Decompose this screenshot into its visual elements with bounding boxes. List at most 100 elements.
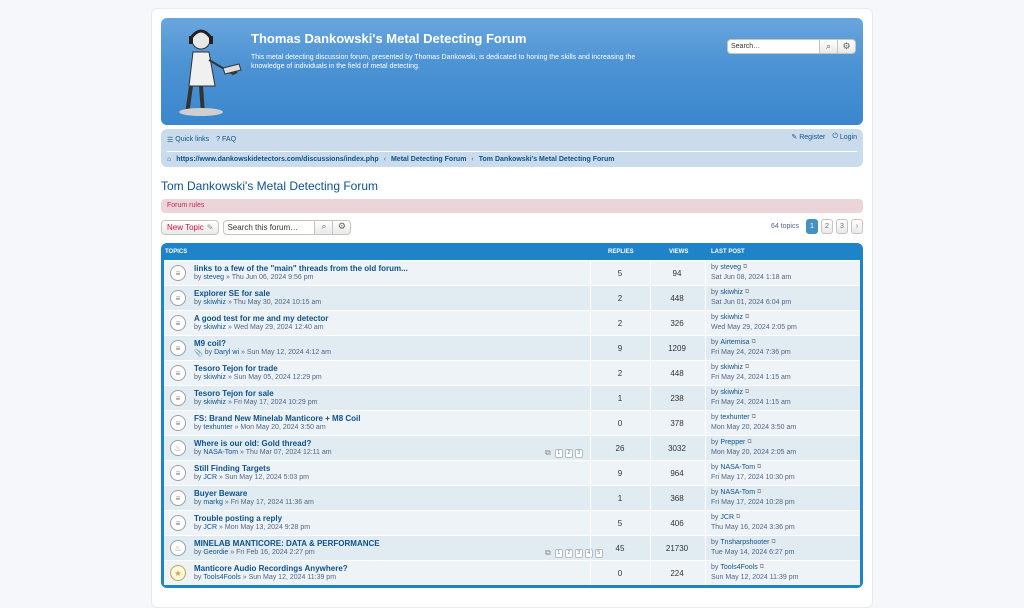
site-title[interactable]: Thomas Dankowski's Metal Detecting Forum — [251, 31, 526, 46]
go-to-last-post-icon[interactable]: ⧉ — [743, 264, 747, 271]
gear-icon: ⚙ — [337, 222, 346, 232]
topic-title-link[interactable]: Where is our old: Gold thread? — [194, 439, 311, 448]
topic-author-link[interactable]: skiwhiz — [203, 399, 226, 406]
last-post-author-link[interactable]: Tools4Fools — [720, 564, 757, 571]
topic-author-link[interactable]: markg — [203, 499, 222, 506]
topic-title-link[interactable]: Manticore Audio Recordings Anywhere? — [194, 564, 348, 573]
table-row: ♨ MINELAB MANTICORE: DATA & PERFORMANCE by… — [164, 535, 860, 560]
last-post-author-link[interactable]: skiwhiz — [720, 364, 743, 371]
last-post-author-link[interactable]: Airtemisa — [720, 339, 749, 346]
last-post-by: by — [711, 339, 719, 346]
forum-search-button[interactable]: ⌕ — [315, 219, 334, 235]
byline-by: by — [194, 524, 202, 531]
go-to-last-post-icon[interactable]: ⧉ — [771, 539, 775, 546]
advanced-search-button[interactable]: ⚙ — [838, 39, 856, 54]
topic-author-link[interactable]: steveg — [203, 274, 224, 281]
last-post-author-link[interactable]: skiwhiz — [720, 389, 743, 396]
topic-page-link[interactable]: 3 — [574, 448, 583, 458]
topic-page-link[interactable]: 1 — [554, 548, 563, 558]
go-to-last-post-icon[interactable]: ⧉ — [745, 314, 749, 321]
topic-page-link[interactable]: 2 — [564, 548, 573, 558]
go-to-last-post-icon[interactable]: ⧉ — [757, 464, 761, 471]
login-link[interactable]: ⏻ Login — [832, 133, 857, 141]
menu-icon: ☰ — [167, 136, 174, 144]
topic-author-link[interactable]: Daryl wi — [214, 349, 239, 357]
last-post-author-link[interactable]: JCR — [720, 514, 734, 521]
page-button-3[interactable]: 3 — [836, 219, 848, 234]
topic-author-link[interactable]: NASA-Tom — [203, 449, 238, 456]
breadcrumb-metal-detecting-forum[interactable]: Metal Detecting Forum — [391, 156, 466, 163]
forum-advanced-search-button[interactable]: ⚙ — [333, 219, 352, 235]
topic-title-link[interactable]: Still Finding Targets — [194, 464, 270, 473]
last-post-author-link[interactable]: steveg — [720, 264, 741, 271]
go-to-last-post-icon[interactable]: ⧉ — [745, 289, 749, 296]
page-button-1[interactable]: 1 — [806, 219, 818, 234]
topic-author-link[interactable]: texhunter — [203, 424, 232, 431]
go-to-last-post-icon[interactable]: ⧉ — [760, 564, 764, 571]
page-button-2[interactable]: 2 — [821, 219, 833, 234]
topic-title-link[interactable]: MINELAB MANTICORE: DATA & PERFORMANCE — [194, 539, 380, 548]
forum-search-input[interactable]: Search this forum… — [223, 219, 316, 235]
topic-list-header: TOPICS REPLIES VIEWS LAST POST — [164, 243, 860, 260]
reply-count: 2 — [617, 369, 623, 378]
header-topics: TOPICS — [165, 248, 188, 255]
forum-title[interactable]: Tom Dankowski's Metal Detecting Forum — [161, 179, 863, 193]
breadcrumb-home[interactable]: https://www.dankowskidetectors.com/discu… — [176, 156, 378, 163]
topic-date: » Sun May 12, 2024 5:03 pm — [219, 474, 309, 481]
last-post-author-link[interactable]: Tnsharpshooter — [720, 539, 769, 546]
last-post-author-link[interactable]: texhunter — [720, 414, 749, 421]
last-post-byline: by skiwhiz ⧉ — [711, 389, 749, 396]
last-post-author-link[interactable]: NASA-Tom — [720, 464, 755, 471]
site-logo[interactable] — [173, 26, 243, 118]
quick-links-menu[interactable]: ☰ Quick links — [167, 136, 209, 144]
topic-author-link[interactable]: skiwhiz — [203, 324, 226, 331]
next-page-button[interactable]: › — [851, 219, 863, 234]
table-row: ≡ M9 coil? 📎 by Daryl wi» Sun May 12, 2024 4… — [164, 335, 860, 360]
last-post-date: Fri May 24, 2024 1:15 am — [711, 374, 791, 381]
topic-title-link[interactable]: Tesoro Tejon for sale — [194, 389, 274, 398]
topic-title-link[interactable]: Buyer Beware — [194, 489, 247, 498]
reply-count: 45 — [615, 544, 625, 553]
forum-rules-link[interactable]: Forum rules — [161, 199, 863, 213]
go-to-last-post-icon[interactable]: ⧉ — [747, 439, 751, 446]
topic-author-link[interactable]: Tools4Fools — [203, 574, 240, 581]
topic-title-link[interactable]: Trouble posting a reply — [194, 514, 282, 523]
column-divider — [705, 461, 706, 485]
go-to-last-post-icon[interactable]: ⧉ — [745, 364, 749, 371]
pages-icon: ⧉ — [545, 448, 551, 457]
new-topic-button[interactable]: New Topic ✎ — [161, 219, 220, 235]
topic-page-link[interactable]: 1 — [554, 448, 563, 458]
topic-author-link[interactable]: JCR — [203, 524, 217, 531]
register-link[interactable]: ✎ Register — [791, 133, 825, 142]
go-to-last-post-icon[interactable]: ⧉ — [752, 339, 756, 346]
go-to-last-post-icon[interactable]: ⧉ — [752, 414, 756, 421]
last-post-author-link[interactable]: NASA-Tom — [720, 489, 755, 496]
last-post-author-link[interactable]: skiwhiz — [720, 289, 743, 296]
topic-byline: by markg» Fri May 17, 2024 11:36 am — [194, 499, 314, 506]
topic-title-link[interactable]: Tesoro Tejon for trade — [194, 364, 278, 373]
last-post-author-link[interactable]: skiwhiz — [720, 314, 743, 321]
go-to-last-post-icon[interactable]: ⧉ — [757, 489, 761, 496]
topic-author-link[interactable]: skiwhiz — [203, 374, 226, 381]
topic-date: » Fri Feb 16, 2024 2:27 pm — [230, 549, 315, 556]
go-to-last-post-icon[interactable]: ⧉ — [736, 514, 740, 521]
faq-link[interactable]: ? FAQ — [216, 136, 236, 143]
faq-label: FAQ — [222, 136, 237, 143]
last-post-author-link[interactable]: Prepper — [720, 439, 745, 446]
topic-page-link[interactable]: 3 — [574, 548, 583, 558]
topic-title-link[interactable]: A good test for me and my detector — [194, 314, 328, 323]
topic-title-link[interactable]: links to a few of the "main" threads fro… — [194, 264, 408, 273]
topic-author-link[interactable]: JCR — [203, 474, 217, 481]
breadcrumb-current-forum[interactable]: Tom Dankowski's Metal Detecting Forum — [479, 156, 615, 163]
topic-read-icon: ≡ — [170, 290, 186, 306]
header-search-button[interactable]: ⌕ — [820, 39, 838, 54]
topic-page-link[interactable]: 2 — [564, 448, 573, 458]
topic-title-link[interactable]: FS: Brand New Minelab Manticore + M8 Coi… — [194, 414, 360, 423]
go-to-last-post-icon[interactable]: ⧉ — [745, 389, 749, 396]
header-search-input[interactable]: Search… — [727, 39, 820, 54]
topic-title-link[interactable]: Explorer SE for sale — [194, 289, 270, 298]
topic-date: » Fri May 17, 2024 10:29 pm — [227, 399, 318, 406]
topic-author-link[interactable]: skiwhiz — [203, 299, 226, 306]
topic-author-link[interactable]: Geordie — [203, 549, 228, 556]
topic-title-link[interactable]: M9 coil? — [194, 339, 226, 348]
